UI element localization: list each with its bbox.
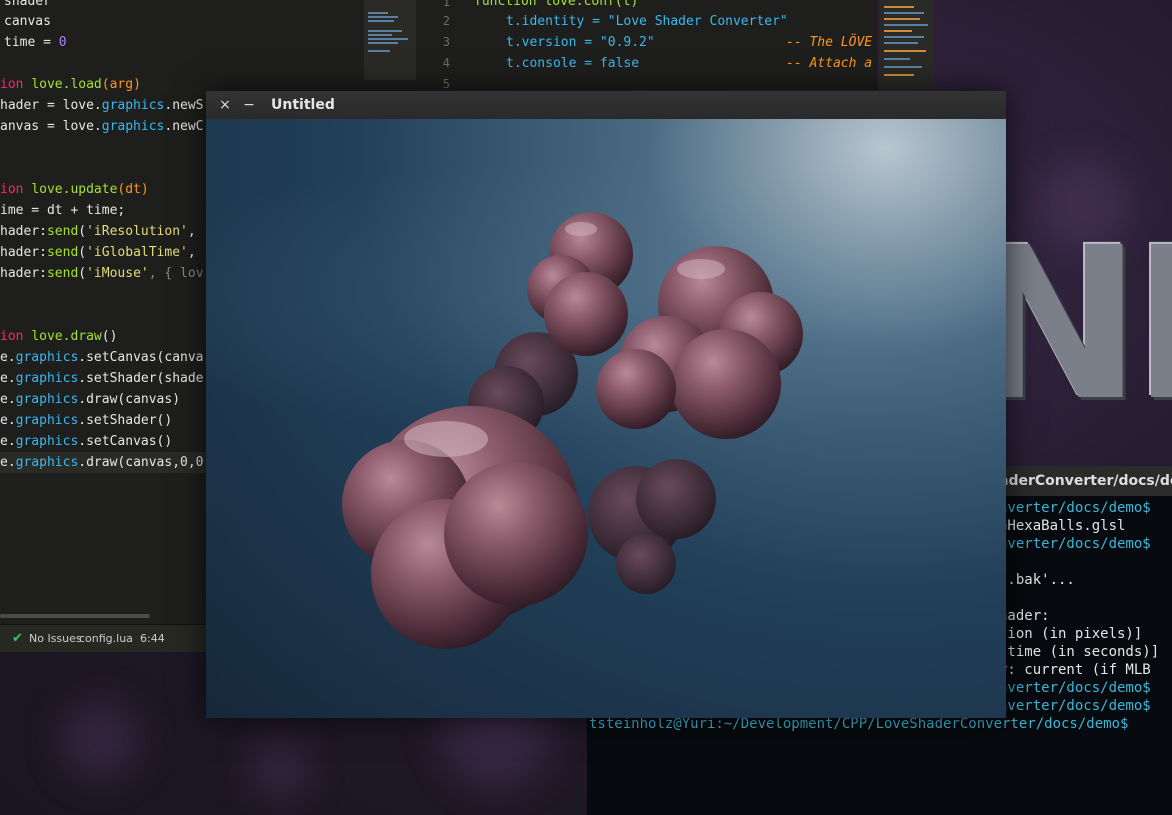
- code-line: t.identity = "Love Shader Converter": [506, 14, 788, 29]
- line-number: 2: [442, 14, 450, 28]
- metaballs-render: [206, 159, 1006, 649]
- minimap[interactable]: [364, 0, 416, 80]
- code-editor-secondary[interactable]: 1 2 3 4 5 function love.conf(t) t.identi…: [418, 0, 878, 90]
- code-comment: -- Attach a: [786, 56, 873, 71]
- code-line: e.graphics.draw(canvas): [0, 392, 181, 407]
- window-title: Untitled: [271, 97, 335, 113]
- terminal-line: nverter/docs/demo$: [999, 698, 1151, 714]
- bokeh-light: [60, 700, 140, 780]
- minimap[interactable]: [880, 0, 934, 90]
- terminal-line: hader:: [999, 608, 1050, 624]
- code-comment: -- The LÖVE: [786, 35, 873, 50]
- code-line: t.console = false: [506, 56, 640, 71]
- line-number: 3: [442, 35, 450, 49]
- code-line: hader:send('iResolution',: [0, 224, 196, 239]
- terminal-line: nverter/docs/demo$: [999, 680, 1151, 696]
- code-line: e.graphics.setShader(): [0, 413, 173, 428]
- terminal-line: y: current (if MLB: [999, 662, 1151, 678]
- terminal-line: nverter/docs/demo$: [999, 500, 1151, 516]
- close-button[interactable]: ×: [215, 95, 235, 115]
- close-icon: ×: [219, 97, 231, 113]
- line-number: 5: [442, 77, 450, 90]
- terminal-line: nverter/docs/demo$: [999, 536, 1151, 552]
- code-line: canvas: [4, 14, 51, 29]
- code-line: hader = love.graphics.newS: [0, 98, 204, 113]
- cursor-position[interactable]: 6:44: [140, 632, 165, 645]
- code-line: e.graphics.setCanvas(): [0, 434, 173, 449]
- horizontal-scrollbar[interactable]: [0, 614, 150, 618]
- code-line: hader:send('iGlobalTime',: [0, 245, 196, 260]
- code-line: anvas = love.graphics.newC: [0, 119, 204, 134]
- minimize-button[interactable]: −: [239, 95, 259, 115]
- app-window[interactable]: × − Untitled: [206, 91, 1006, 718]
- check-icon: ✔: [12, 631, 23, 646]
- bokeh-light: [250, 740, 310, 800]
- code-line: e.graphics.setCanvas(canva: [0, 350, 204, 365]
- window-title-bar[interactable]: × − Untitled: [206, 91, 1006, 119]
- code-line: time = 0: [4, 35, 67, 50]
- shader-canvas[interactable]: [206, 119, 1006, 718]
- code-line-active: e.graphics.draw(canvas,0,0: [0, 452, 210, 473]
- code-line: t.version = "0.9.2": [506, 35, 655, 50]
- code-line: ion love.draw(): [0, 329, 118, 344]
- code-line: ion love.update(dt): [0, 182, 149, 197]
- code-line: e.graphics.setShader(shade: [0, 371, 204, 386]
- terminal-line: time (in seconds)]: [999, 644, 1160, 660]
- terminal-line: ..bak'...: [999, 572, 1075, 588]
- line-number: 4: [442, 56, 450, 70]
- code-line: ime = dt + time;: [0, 203, 126, 218]
- terminal-line: tion (in pixels)]: [999, 626, 1143, 642]
- terminal-line: aHexaBalls.glsl: [999, 518, 1126, 534]
- minimize-icon: −: [243, 97, 255, 113]
- issues-label[interactable]: No Issues: [29, 632, 82, 645]
- backdrop-logo: NE: [1006, 230, 1172, 420]
- line-number: 1: [442, 0, 450, 9]
- file-name[interactable]: config.lua: [79, 632, 133, 645]
- code-line: hader:send('iMouse', { lov: [0, 266, 204, 281]
- code-line: ion love.load(arg): [0, 77, 141, 92]
